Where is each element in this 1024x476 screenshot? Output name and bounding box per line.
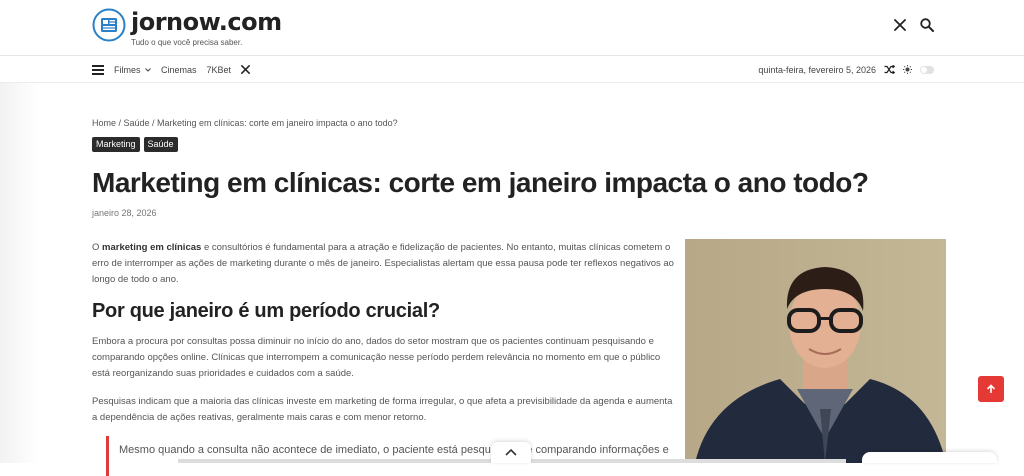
- nav-item-cinemas[interactable]: Cinemas: [161, 65, 197, 75]
- x-social-icon[interactable]: [241, 65, 251, 74]
- article-photo-portrait: [685, 239, 946, 463]
- search-icon[interactable]: [920, 18, 934, 32]
- current-date: quinta-feira, fevereiro 5, 2026: [758, 64, 876, 75]
- article-title: Marketing em clínicas: corte em janeiro …: [92, 167, 869, 198]
- chevron-down-icon: [145, 68, 151, 72]
- article-date: janeiro 28, 2026: [92, 208, 157, 218]
- x-icon[interactable]: [894, 19, 906, 31]
- dark-mode-toggle[interactable]: [920, 65, 934, 74]
- nav-item-filmes[interactable]: Filmes: [114, 65, 151, 75]
- portrait-illustration: [685, 239, 946, 463]
- site-header: jornow.com Tudo o que você precisa saber…: [0, 0, 1024, 56]
- intro-text-start: O: [92, 242, 103, 253]
- ad-collapse-toggle[interactable]: [491, 442, 531, 463]
- scroll-to-top-button[interactable]: [978, 376, 1004, 402]
- site-tagline: Tudo o que você precisa saber.: [131, 38, 243, 47]
- tag-marketing[interactable]: Marketing: [92, 137, 140, 152]
- blockquote: Mesmo quando a consulta não acontece de …: [106, 436, 679, 476]
- floating-widget[interactable]: [862, 452, 997, 463]
- arrow-up-icon: [986, 384, 996, 393]
- hamburger-menu-icon[interactable]: [92, 64, 104, 75]
- tag-saude[interactable]: Saúde: [143, 137, 178, 152]
- article-paragraph: Pesquisas indicam que a maioria das clín…: [92, 396, 673, 423]
- site-name: jornow.com: [131, 8, 282, 36]
- main-nav: Filmes Cinemas 7KBet quinta-feira, fever…: [0, 56, 1024, 83]
- nav-item-7kbet[interactable]: 7KBet: [207, 65, 232, 75]
- newspaper-logo-icon: [92, 8, 126, 42]
- sun-icon: [903, 65, 912, 74]
- breadcrumb[interactable]: Home / Saúde / Marketing em clínicas: co…: [92, 118, 398, 128]
- chevron-up-icon: [505, 449, 517, 456]
- left-gutter: [0, 83, 40, 463]
- article-paragraph: Embora a procura por consultas possa dim…: [92, 336, 661, 379]
- category-tags: Marketing Saúde: [92, 137, 178, 152]
- site-logo[interactable]: jornow.com Tudo o que você precisa saber…: [92, 8, 282, 47]
- nav-item-label: Filmes: [114, 64, 141, 75]
- shuffle-icon[interactable]: [884, 65, 895, 74]
- article-paragraph-intro: O marketing em clínicas e consultórios é…: [92, 240, 676, 288]
- intro-keyword: marketing em clínicas: [102, 242, 202, 253]
- section-heading: Por que janeiro é um período crucial?: [92, 300, 440, 322]
